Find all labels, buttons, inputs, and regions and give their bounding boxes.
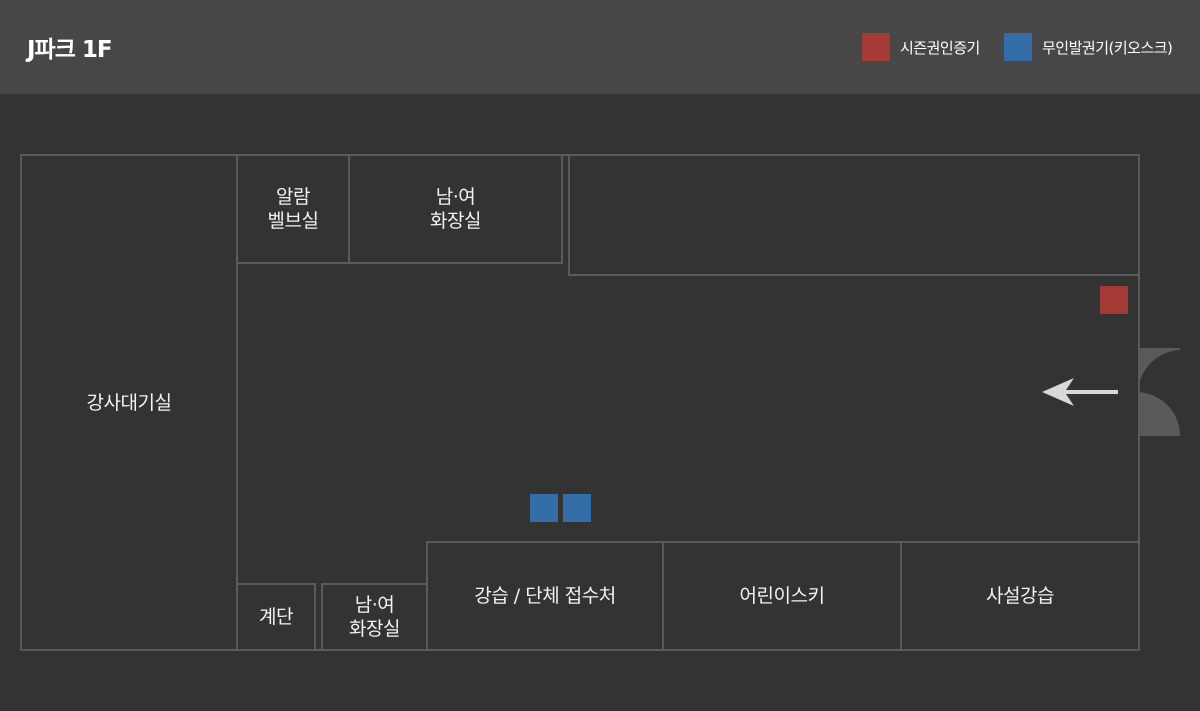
room-unlabeled-top-right: [568, 154, 1140, 276]
room-stairs[interactable]: 계단: [236, 583, 316, 651]
room-lesson-reception[interactable]: 강습 / 단체 접수처: [426, 541, 664, 651]
room-label: 어린이스키: [739, 585, 825, 607]
legend-item-kiosk: 무인발권기(키오스크): [1004, 33, 1173, 61]
room-label: 강사대기실: [86, 391, 172, 414]
room-kids-ski[interactable]: 어린이스키: [662, 541, 902, 651]
season-pass-verifier-marker[interactable]: [1100, 286, 1128, 314]
room-private-lesson[interactable]: 사설강습: [900, 541, 1140, 651]
room-restroom-top[interactable]: 남·여 화장실: [348, 154, 563, 264]
room-label: 남·여 화장실: [349, 594, 400, 640]
left-arrow-icon: [1042, 378, 1118, 406]
legend-swatch-kiosk: [1004, 33, 1032, 61]
legend-label-kiosk: 무인발권기(키오스크): [1042, 38, 1173, 57]
page-title: J파크 1F: [27, 37, 113, 63]
legend-swatch-season-pass: [862, 33, 890, 61]
kiosk-marker[interactable]: [563, 494, 591, 522]
room-label: 계단: [259, 606, 293, 628]
kiosk-marker[interactable]: [530, 494, 558, 522]
legend-label-season-pass: 시즌권인증기: [900, 38, 980, 57]
room-label: 사설강습: [986, 585, 1054, 607]
room-alarm-valve[interactable]: 알람 벨브실: [236, 154, 350, 264]
room-restroom-bottom[interactable]: 남·여 화장실: [321, 583, 428, 651]
room-label: 알람 벨브실: [267, 186, 319, 232]
legend-item-season-pass: 시즌권인증기: [862, 33, 980, 61]
entrance-door-icon: [1138, 348, 1180, 436]
header-bar: J파크 1F 시즌권인증기 무인발권기(키오스크): [0, 0, 1200, 94]
room-instructor-waiting[interactable]: 강사대기실: [20, 154, 238, 651]
room-label: 남·여 화장실: [430, 186, 481, 232]
room-label: 강습 / 단체 접수처: [474, 585, 616, 607]
